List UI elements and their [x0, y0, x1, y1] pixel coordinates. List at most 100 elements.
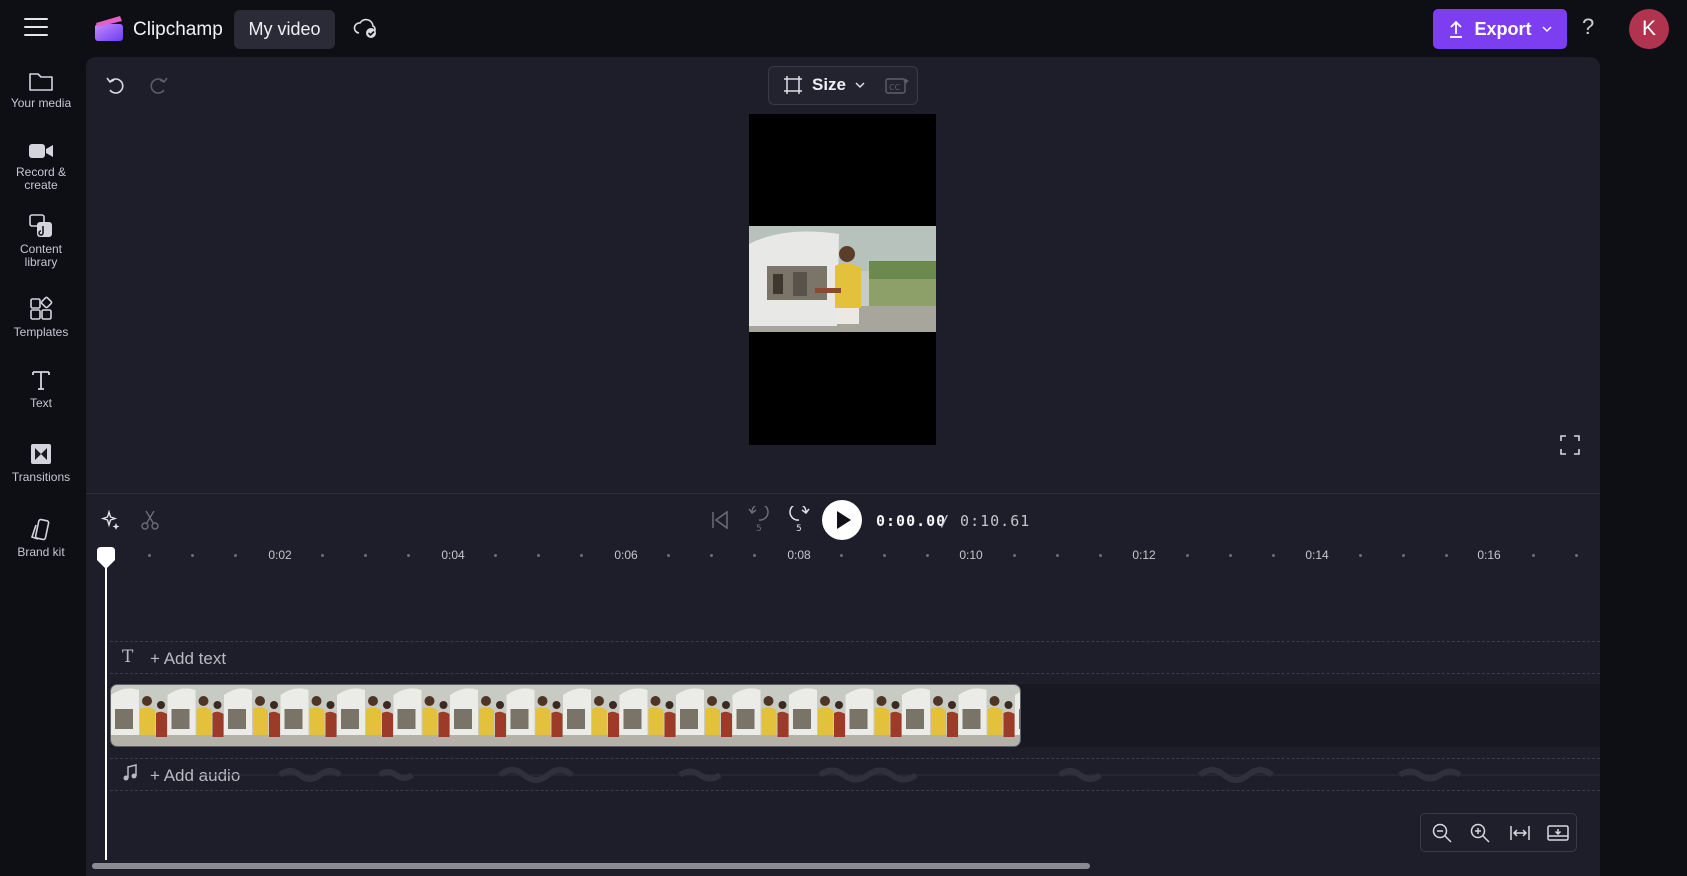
export-button[interactable]: Export — [1433, 9, 1567, 49]
ruler-tick — [1186, 554, 1189, 557]
audio-waveform-placeholder — [200, 767, 1600, 783]
ruler-tick — [840, 554, 843, 557]
play-icon — [837, 511, 851, 529]
clipchamp-logo-icon — [95, 16, 123, 41]
app-name: Clipchamp — [133, 19, 223, 40]
svg-text:CC: CC — [889, 83, 901, 92]
magic-wand-icon[interactable] — [100, 509, 122, 531]
chevron-down-icon — [855, 82, 865, 89]
chevron-down-icon — [1541, 26, 1552, 33]
fullscreen-icon[interactable] — [1560, 435, 1580, 455]
ruler-label: 0:16 — [1477, 548, 1501, 562]
sidebar-item-label: Transitions — [11, 470, 71, 484]
sidebar-item-record-create[interactable]: Record & create — [0, 140, 82, 192]
ruler-label: 0:10 — [959, 548, 983, 562]
zoom-controls — [1420, 813, 1577, 852]
sidebar-item-label: Your media — [10, 96, 72, 110]
zoom-out-icon[interactable] — [1431, 822, 1453, 844]
ruler-tick — [321, 554, 324, 557]
sidebar-item-label: Record & create — [15, 165, 67, 192]
ruler-tick — [710, 554, 713, 557]
ruler-tick — [580, 554, 583, 557]
help-icon[interactable]: ? — [1582, 14, 1594, 40]
ruler-tick — [234, 554, 237, 557]
size-label: Size — [812, 75, 847, 94]
ruler-tick — [148, 554, 151, 557]
ruler-tick — [753, 554, 756, 557]
ruler-tick — [364, 554, 367, 557]
project-title-button[interactable]: My video — [234, 10, 335, 49]
ruler-tick — [407, 554, 410, 557]
ruler-tick — [494, 554, 497, 557]
timeline-divider — [86, 493, 1600, 494]
split-scissors-icon[interactable] — [139, 509, 161, 531]
ruler-tick — [926, 554, 929, 557]
zoom-in-icon[interactable] — [1469, 822, 1491, 844]
templates-icon — [30, 296, 53, 320]
sidebar-item-label: Templates — [13, 325, 69, 339]
export-label: Export — [1474, 18, 1532, 39]
avatar[interactable]: K — [1629, 9, 1669, 49]
ruler-tick — [1013, 554, 1016, 557]
ruler-tick — [1359, 554, 1362, 557]
svg-text:5: 5 — [756, 524, 762, 532]
current-time: 0:00.00 — [876, 512, 947, 530]
playhead-handle[interactable] — [95, 546, 117, 570]
ruler-tick — [1272, 554, 1275, 557]
cloud-saved-icon[interactable] — [352, 16, 378, 40]
sidebar-item-transitions[interactable]: Transitions — [0, 441, 82, 484]
ruler-tick — [1229, 554, 1232, 557]
ruler-tick — [1402, 554, 1405, 557]
total-duration: / 0:10.61 — [940, 512, 1031, 530]
video-clip[interactable] — [110, 684, 1021, 747]
clip-thumbnails — [111, 685, 1020, 746]
undo-icon[interactable] — [104, 73, 126, 95]
playhead-line — [105, 560, 107, 860]
camera-icon — [29, 144, 53, 158]
sidebar-item-label: Content library — [19, 242, 63, 269]
captions-icon[interactable]: CC — [885, 77, 909, 95]
folder-icon — [29, 73, 53, 91]
rewind-5-seconds-icon[interactable]: 5 — [747, 506, 771, 532]
menu-icon[interactable] — [24, 18, 48, 38]
svg-text:5: 5 — [796, 524, 802, 532]
sidebar-item-text[interactable]: Text — [0, 367, 82, 410]
skip-to-start-icon[interactable] — [709, 509, 731, 531]
size-button[interactable]: Size — [783, 75, 865, 95]
add-text-track[interactable]: T + Add text — [110, 641, 1600, 674]
ruler-label: 0:08 — [787, 548, 811, 562]
ruler-tick — [1532, 554, 1535, 557]
upload-icon — [1450, 20, 1463, 38]
transitions-icon — [31, 444, 51, 464]
sidebar-item-brand-kit[interactable]: Brand kit — [0, 518, 82, 559]
timeline-ruler[interactable]: 0:02 0:04 0:06 0:08 0:10 0:12 0:14 0:16 — [96, 548, 1596, 570]
ruler-tick — [1575, 554, 1578, 557]
ruler-label: 0:12 — [1132, 548, 1156, 562]
video-frame — [749, 226, 936, 332]
size-toolbar: Size CC — [768, 66, 918, 105]
text-icon — [32, 371, 50, 390]
sidebar-item-label: Text — [29, 396, 52, 410]
video-preview[interactable] — [749, 114, 936, 445]
ruler-tick — [191, 554, 194, 557]
ruler-tick — [1056, 554, 1059, 557]
top-bar: Clipchamp My video Export ? K — [0, 0, 1687, 56]
timeline-scrollbar[interactable] — [92, 863, 1090, 869]
ruler-tick — [667, 554, 670, 557]
brand-kit-icon — [30, 518, 50, 541]
ruler-tick — [1099, 554, 1102, 557]
sidebar-item-content-library[interactable]: Content library — [0, 213, 82, 269]
fit-to-width-icon[interactable] — [1509, 822, 1531, 844]
ruler-tick — [883, 554, 886, 557]
add-text-label: + Add text — [150, 649, 227, 668]
sidebar-item-your-media[interactable]: Your media — [0, 69, 82, 110]
redo-icon[interactable] — [148, 73, 170, 95]
add-audio-track[interactable]: + Add audio — [110, 758, 1600, 791]
music-note-icon — [123, 764, 137, 781]
ruler-label: 0:14 — [1305, 548, 1329, 562]
expand-timeline-icon[interactable] — [1547, 822, 1569, 844]
forward-5-seconds-icon[interactable]: 5 — [787, 506, 811, 532]
play-button[interactable] — [822, 500, 862, 540]
sidebar-item-templates[interactable]: Templates — [0, 296, 82, 339]
ruler-tick — [537, 554, 540, 557]
